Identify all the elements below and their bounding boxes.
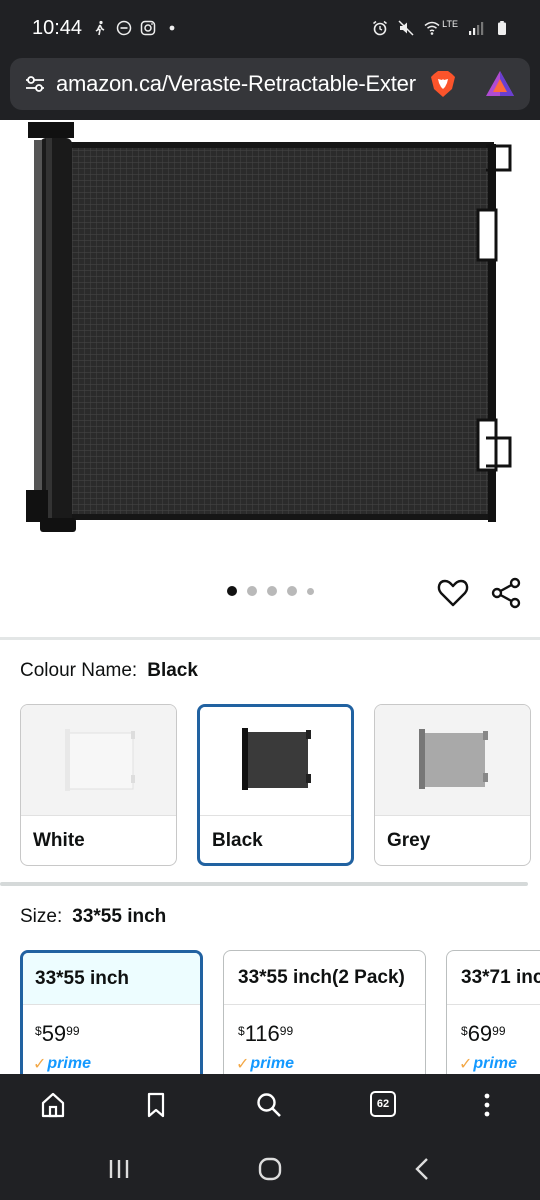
browser-bottom-toolbar bbox=[0, 1074, 540, 1136]
more-menu-icon[interactable] bbox=[472, 1090, 502, 1120]
size-option-label: 33*55 inch(2 Pack) bbox=[224, 951, 425, 1005]
size-row: Size: 33*55 inch bbox=[20, 906, 166, 928]
price-whole: 59 bbox=[41, 1021, 67, 1046]
site-settings-icon[interactable] bbox=[24, 73, 46, 95]
status-system-icons: LTE bbox=[372, 19, 510, 36]
swatch-thumbnail bbox=[375, 705, 530, 815]
url-text[interactable]: amazon.ca/Veraste-Retractable-Exter bbox=[56, 71, 416, 97]
swatch-label: Black bbox=[200, 815, 351, 863]
status-time: 10:44 bbox=[32, 16, 83, 39]
status-notification-icons bbox=[92, 20, 180, 36]
mute-icon bbox=[398, 20, 414, 36]
bookmark-icon[interactable] bbox=[141, 1090, 171, 1120]
back-icon[interactable] bbox=[408, 1154, 438, 1184]
colour-name-row: Colour Name: Black bbox=[20, 660, 198, 682]
price-cents: 99 bbox=[66, 1024, 80, 1038]
prime-check-icon: ✓ bbox=[33, 1056, 47, 1073]
gallery-dot[interactable] bbox=[286, 586, 297, 596]
prime-check-icon: ✓ bbox=[236, 1056, 250, 1073]
colour-swatch-black[interactable]: Black bbox=[197, 704, 354, 866]
size-option-33x71[interactable]: 33*71 inch $6999 ✓prime bbox=[446, 950, 540, 1090]
section-divider bbox=[0, 637, 540, 640]
product-image[interactable] bbox=[0, 120, 540, 640]
prime-badge: ✓ prime bbox=[33, 1054, 91, 1074]
size-option-33x55-2pack[interactable]: 33*55 inch(2 Pack) $116 99 ✓ prime bbox=[223, 950, 426, 1090]
size-option-33x55[interactable]: 33*55 inch $59 99 ✓ prime bbox=[20, 950, 203, 1090]
dot-icon bbox=[169, 25, 175, 31]
colour-name-value: Black bbox=[147, 660, 198, 681]
prime-label: prime bbox=[250, 1055, 294, 1072]
gallery-dot[interactable] bbox=[246, 586, 257, 596]
wishlist-heart-icon[interactable] bbox=[436, 576, 470, 610]
android-nav-bar bbox=[0, 1136, 540, 1200]
lte-label: LTE bbox=[442, 19, 458, 29]
wifi-icon bbox=[424, 21, 440, 35]
prime-badge: ✓ prime bbox=[236, 1054, 294, 1074]
size-option-price: $59 99 bbox=[23, 1005, 200, 1047]
size-option-label: 33*71 inch bbox=[447, 951, 540, 1005]
gallery-dot[interactable] bbox=[226, 586, 237, 596]
price-cents: 99 bbox=[492, 1024, 506, 1038]
recent-apps-icon[interactable] bbox=[104, 1154, 134, 1184]
brave-shields-icon[interactable] bbox=[428, 69, 458, 99]
alarm-icon bbox=[373, 20, 388, 36]
swatch-thumbnail bbox=[200, 707, 351, 815]
dnd-icon bbox=[116, 20, 132, 36]
colour-swatch-white[interactable]: White bbox=[20, 704, 177, 866]
signal-icon bbox=[469, 22, 484, 35]
tabs-button[interactable]: 62 bbox=[370, 1091, 396, 1117]
colour-swatch-grey[interactable]: Grey bbox=[374, 704, 531, 866]
instagram-icon bbox=[140, 20, 156, 36]
battery-icon bbox=[498, 21, 506, 35]
gallery-dot[interactable] bbox=[266, 586, 277, 596]
share-icon[interactable] bbox=[490, 576, 524, 610]
prime-check-icon: ✓ bbox=[459, 1056, 473, 1073]
prime-badge: ✓ prime bbox=[459, 1054, 517, 1074]
section-divider bbox=[0, 882, 528, 886]
home-nav-icon[interactable] bbox=[255, 1154, 285, 1184]
search-icon[interactable] bbox=[254, 1090, 284, 1120]
size-option-label: 33*55 inch bbox=[23, 953, 200, 1005]
size-value: 33*55 inch bbox=[72, 906, 167, 927]
price-currency: $ bbox=[238, 1024, 245, 1038]
product-image-gallery[interactable] bbox=[0, 120, 540, 640]
price-whole: 116 bbox=[244, 1021, 280, 1046]
walking-icon bbox=[95, 20, 105, 36]
gallery-dot[interactable] bbox=[306, 587, 314, 595]
swatch-thumbnail bbox=[21, 705, 176, 815]
swatch-label: White bbox=[21, 815, 176, 865]
status-bar: 10:44 LTE bbox=[0, 0, 540, 56]
size-option-price: $116 99 bbox=[224, 1005, 425, 1047]
browser-url-area: amazon.ca/Veraste-Retractable-Exter bbox=[0, 56, 540, 120]
prime-label: prime bbox=[473, 1055, 517, 1072]
brave-rewards-icon[interactable] bbox=[484, 69, 516, 99]
price-whole: 69 bbox=[467, 1021, 493, 1046]
prime-label: prime bbox=[47, 1055, 91, 1072]
swatch-label: Grey bbox=[375, 815, 530, 865]
home-icon[interactable] bbox=[38, 1090, 68, 1120]
price-currency: $ bbox=[35, 1024, 42, 1038]
colour-name-label: Colour Name: bbox=[20, 660, 138, 681]
price-currency: $ bbox=[461, 1024, 468, 1038]
price-cents: 99 bbox=[279, 1024, 294, 1038]
size-label: Size: bbox=[20, 906, 63, 927]
url-bar[interactable]: amazon.ca/Veraste-Retractable-Exter bbox=[10, 58, 530, 110]
size-option-price: $69 99 bbox=[447, 1005, 540, 1047]
